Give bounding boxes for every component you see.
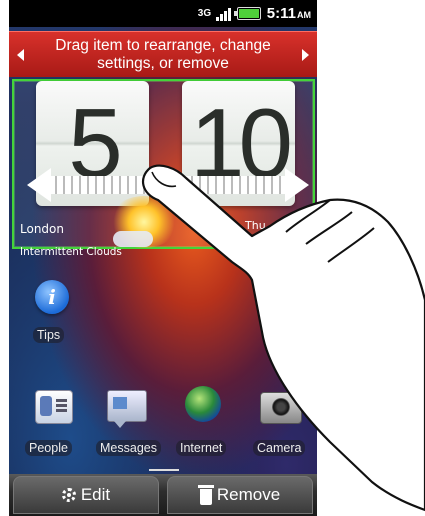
hint-bar: Drag item to rearrange, change settings,… [9, 31, 317, 77]
camera-label: Camera [253, 440, 306, 456]
camera-icon[interactable] [260, 392, 302, 424]
globe-icon[interactable] [185, 386, 221, 422]
gear-icon [61, 488, 76, 502]
left-arrow-icon[interactable] [17, 48, 24, 61]
edit-label: Edit [80, 485, 111, 504]
signal-icon [215, 7, 231, 21]
internet-label: Internet [176, 440, 227, 456]
bottom-bar: Edit Remove [9, 474, 317, 516]
messages-label: Messages [96, 440, 161, 456]
phone-screen: 3G 5:11AM Drag item to rearrange, change… [9, 0, 317, 516]
widget-weather: Intermittent Clouds [20, 246, 122, 258]
battery-icon [233, 7, 261, 20]
remove-label: Remove [216, 485, 281, 504]
cloud-weather-icon [113, 231, 153, 247]
tips-label: Tips [33, 327, 65, 343]
remove-button[interactable]: Remove [167, 476, 313, 514]
clock-time: 5:11AM [266, 4, 311, 22]
right-arrow-icon[interactable] [302, 48, 309, 61]
status-bar: 3G 5:11AM [9, 0, 317, 27]
page-indicator [149, 469, 179, 471]
hint-text: Drag item to rearrange, change settings,… [55, 36, 271, 72]
drag-right-arrow-icon [285, 168, 309, 202]
network-3g-icon: 3G [197, 8, 212, 19]
drag-handle[interactable] [27, 168, 309, 202]
drag-left-arrow-icon [27, 168, 51, 202]
messages-icon[interactable] [107, 390, 147, 428]
widget-city: London [20, 222, 64, 236]
edit-button[interactable]: Edit [13, 476, 159, 514]
people-label: People [25, 440, 72, 456]
people-icon[interactable] [35, 390, 73, 424]
tips-icon[interactable]: i [35, 280, 69, 314]
widget-date: Thu, A [245, 219, 281, 232]
trash-icon [197, 484, 214, 505]
